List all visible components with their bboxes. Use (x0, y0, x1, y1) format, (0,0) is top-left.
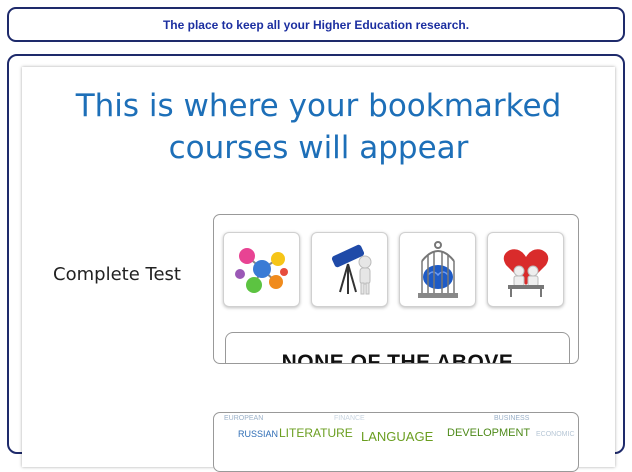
word-cloud-word: ECONOMIC (536, 431, 575, 438)
word-cloud-word: LITERATURE (279, 426, 353, 440)
page-title: This is where your bookmarked courses wi… (75, 88, 562, 166)
heart-couple-icon[interactable] (487, 232, 564, 307)
word-cloud-word: DEVELOPMENT (447, 427, 531, 439)
word-cloud-card[interactable]: EUROPEAN BUSINESS FINANCE RUSSIAN LITERA… (213, 412, 579, 472)
word-cloud-word: EUROPEAN (224, 415, 264, 422)
telescope-figure-icon[interactable] (311, 232, 388, 307)
quiz-card: NONE OF THE ABOVE (213, 214, 579, 364)
question-label: Complete Test (53, 264, 181, 285)
molecule-network-icon[interactable] (223, 232, 300, 307)
content-card: This is where your bookmarked courses wi… (22, 67, 615, 472)
word-cloud-word: FINANCE (334, 415, 365, 422)
caged-brain-icon[interactable] (399, 232, 476, 307)
option-icon-row (223, 232, 564, 307)
tagline-banner: The place to keep all your Higher Educat… (7, 7, 625, 42)
bookmarks-panel: This is where your bookmarked courses wi… (7, 54, 625, 472)
answer-option-label: NONE OF THE ABOVE (281, 351, 514, 364)
tagline-text: The place to keep all your Higher Educat… (162, 17, 470, 32)
word-cloud-word: BUSINESS (494, 415, 530, 422)
word-cloud-word: RUSSIAN (238, 429, 279, 439)
answer-option-button[interactable]: NONE OF THE ABOVE (225, 332, 570, 364)
